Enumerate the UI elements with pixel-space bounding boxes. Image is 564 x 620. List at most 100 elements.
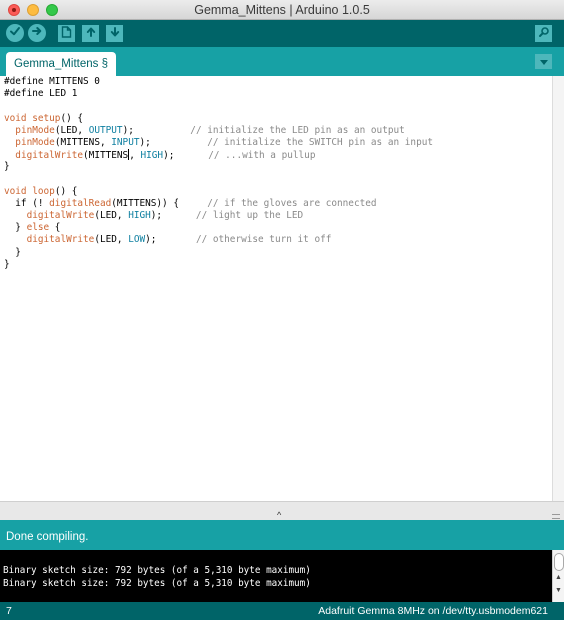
- open-icon: [85, 25, 97, 43]
- collapse-caret-icon[interactable]: ^: [277, 511, 281, 520]
- code-token: pinMode: [15, 124, 55, 136]
- code-editor[interactable]: #define MITTENS 0 #define LED 1 void setup…: [0, 76, 552, 501]
- code-line[interactable]: } else {: [4, 222, 552, 234]
- code-line[interactable]: }: [4, 259, 552, 271]
- code-token: LOW: [128, 234, 146, 246]
- code-token: digitalWrite: [26, 234, 95, 246]
- code-token: digitalWrite: [15, 150, 84, 162]
- code-line[interactable]: #define LED 1: [4, 88, 552, 100]
- code-token: HIGH: [128, 210, 151, 222]
- code-token: // initialize the LED pin as an output: [190, 124, 405, 136]
- tab-gemma-mittens[interactable]: Gemma_Mittens §: [6, 52, 116, 76]
- code-token: (MITTENS)) {: [111, 197, 208, 209]
- code-line[interactable]: void setup() {: [4, 113, 552, 125]
- code-line[interactable]: [4, 100, 552, 112]
- code-token: ,: [129, 150, 141, 162]
- code-line[interactable]: digitalWrite(LED, LOW); // otherwise tur…: [4, 234, 552, 246]
- code-token: digitalWrite: [26, 210, 95, 222]
- code-token: // otherwise turn it off: [195, 234, 332, 246]
- code-token: () {: [54, 185, 78, 197]
- code-token: else: [26, 222, 50, 234]
- code-token: );: [163, 150, 209, 162]
- console-scrollbar[interactable]: ▲ ▼: [552, 550, 564, 602]
- code-token: {: [49, 222, 61, 234]
- code-token: // ...with a pullup: [208, 150, 316, 162]
- code-token: setup: [32, 112, 61, 124]
- console-line: Binary sketch size: 792 bytes (of a 5,31…: [3, 577, 311, 589]
- tab-bar: Gemma_Mittens §: [0, 47, 564, 76]
- code-token: #define LED 1: [4, 88, 78, 100]
- code-token: );: [150, 210, 196, 222]
- code-token: HIGH: [140, 150, 164, 162]
- code-line[interactable]: pinMode(LED, OUTPUT); // initialize the …: [4, 125, 552, 137]
- code-token: // initialize the SWITCH pin as an input: [207, 136, 434, 148]
- editor-scrollbar[interactable]: [552, 76, 564, 501]
- code-token: void: [4, 185, 27, 197]
- code-token: digitalRead: [49, 197, 112, 209]
- footer-bar: 7 Adafruit Gemma 8MHz on /dev/tty.usbmod…: [0, 602, 564, 620]
- code-token: (MITTENS,: [54, 136, 112, 148]
- code-token: OUTPUT: [88, 124, 123, 136]
- console-line: Binary sketch size: 792 bytes (of a 5,31…: [3, 565, 311, 576]
- code-token: INPUT: [111, 136, 140, 148]
- code-token: );: [122, 124, 191, 136]
- code-token: }: [4, 246, 21, 258]
- code-line[interactable]: #define MITTENS 0: [4, 76, 552, 88]
- code-line[interactable]: digitalWrite(MITTENS, HIGH); // ...with …: [4, 149, 552, 161]
- code-token: pinMode: [15, 136, 55, 148]
- new-icon: [61, 25, 72, 43]
- triangle-down-icon: [539, 53, 548, 71]
- status-bar: Done compiling.: [0, 520, 564, 550]
- resize-grip-icon[interactable]: [552, 514, 560, 519]
- console-scroll-thumb[interactable]: [554, 553, 564, 571]
- code-line[interactable]: if (! digitalRead(MITTENS)) { // if the …: [4, 198, 552, 210]
- save-sketch-button[interactable]: [106, 25, 123, 42]
- console-output[interactable]: Binary sketch size: 792 bytes (of a 5,31…: [0, 550, 552, 602]
- verify-button[interactable]: [6, 24, 24, 42]
- code-line[interactable]: void loop() {: [4, 186, 552, 198]
- code-token: if (!: [4, 197, 50, 209]
- verify-icon: [9, 24, 21, 42]
- code-token: (LED,: [54, 124, 89, 136]
- save-icon: [109, 25, 121, 43]
- split-divider[interactable]: ^: [0, 501, 564, 520]
- code-token: () {: [60, 112, 84, 124]
- line-number: 7: [6, 605, 12, 617]
- code-token: (MITTENS: [83, 150, 129, 162]
- code-token: (LED,: [94, 210, 129, 222]
- new-sketch-button[interactable]: [58, 25, 75, 42]
- code-token: #define MITTENS 0: [4, 76, 100, 87]
- code-token: loop: [32, 185, 55, 197]
- code-line[interactable]: digitalWrite(LED, HIGH); // light up the…: [4, 210, 552, 222]
- title-bar: Gemma_Mittens | Arduino 1.0.5: [0, 0, 564, 20]
- tab-menu-button[interactable]: [535, 54, 552, 69]
- upload-button[interactable]: [28, 24, 46, 42]
- serial-monitor-icon: [538, 25, 550, 43]
- code-token: );: [139, 136, 208, 148]
- scroll-up-icon[interactable]: ▲: [555, 574, 562, 581]
- code-token: // light up the LED: [195, 210, 304, 222]
- code-token: // if the gloves are connected: [207, 197, 377, 209]
- serial-monitor-button[interactable]: [535, 25, 552, 42]
- toolbar: [0, 20, 564, 47]
- code-line[interactable]: }: [4, 247, 552, 259]
- code-token: );: [145, 234, 196, 246]
- open-sketch-button[interactable]: [82, 25, 99, 42]
- code-token: void: [4, 112, 27, 124]
- code-token: }: [4, 258, 10, 270]
- window-title: Gemma_Mittens | Arduino 1.0.5: [194, 3, 370, 17]
- code-token: }: [4, 161, 10, 173]
- code-token: (LED,: [94, 234, 129, 246]
- code-line[interactable]: [4, 174, 552, 186]
- scroll-down-icon[interactable]: ▼: [555, 587, 562, 594]
- code-line[interactable]: }: [4, 161, 552, 173]
- upload-icon: [31, 24, 43, 42]
- board-port-label: Adafruit Gemma 8MHz on /dev/tty.usbmodem…: [318, 605, 548, 617]
- code-token: }: [4, 222, 27, 234]
- code-line[interactable]: pinMode(MITTENS, INPUT); // initialize t…: [4, 137, 552, 149]
